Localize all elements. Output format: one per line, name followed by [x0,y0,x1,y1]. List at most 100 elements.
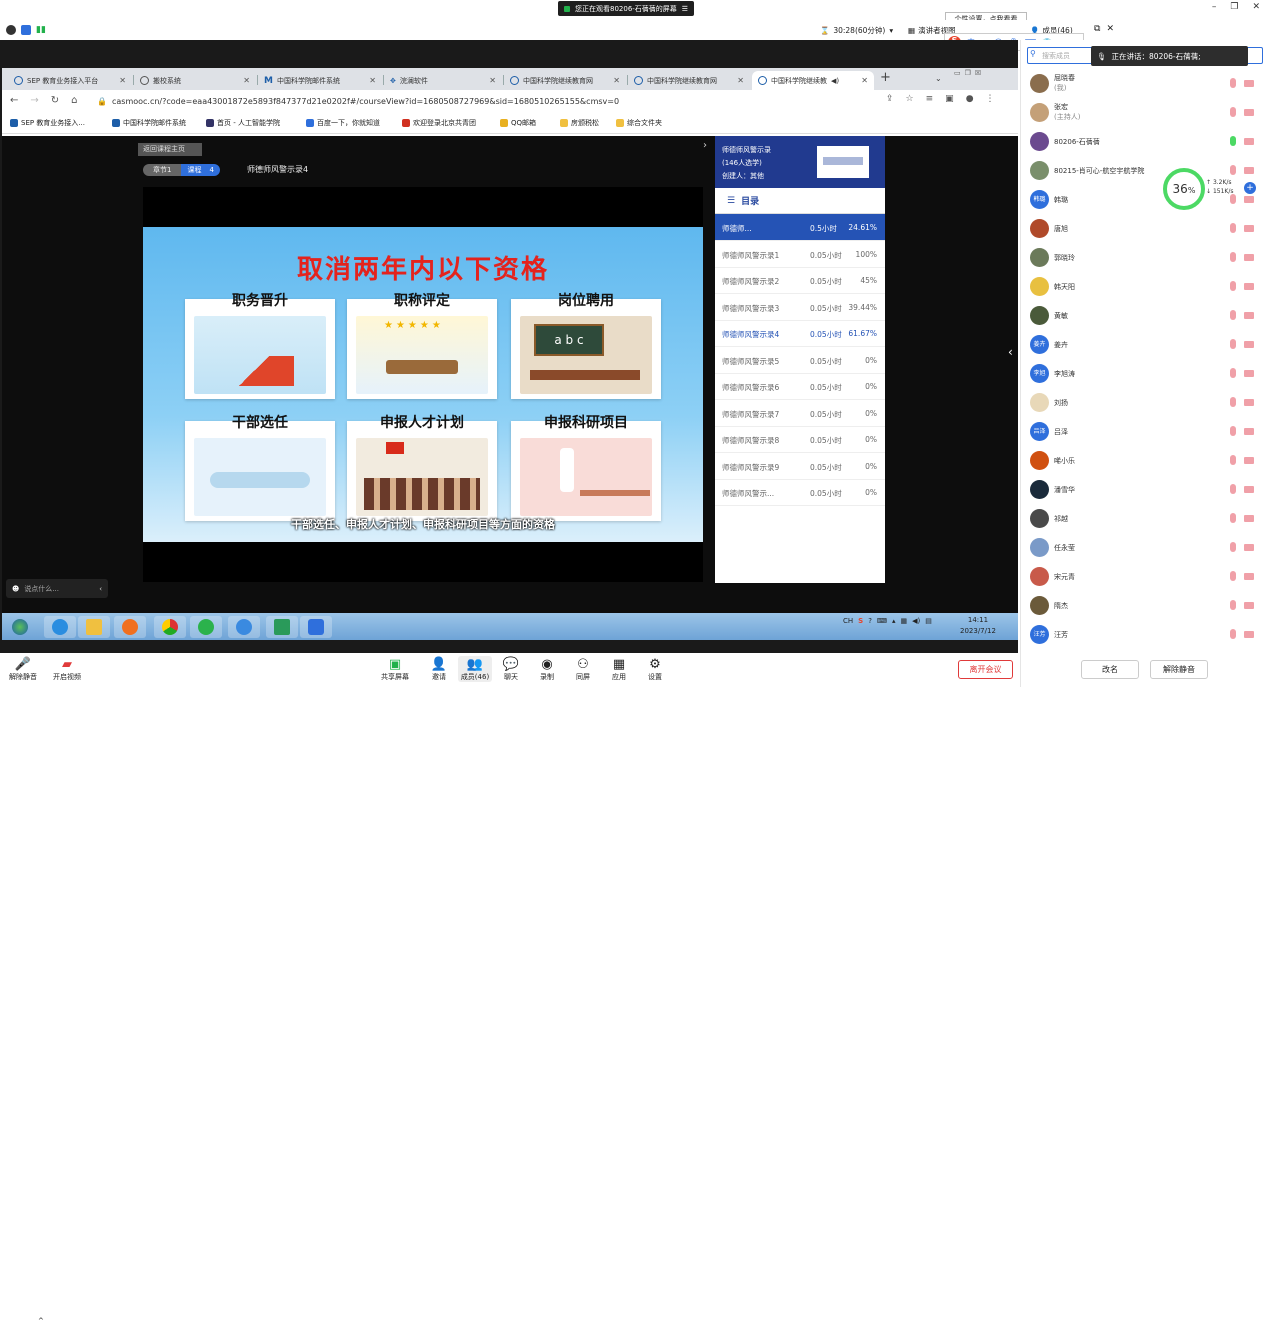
member-row[interactable]: 李旭 李旭涛 [1030,361,1262,390]
back-icon[interactable]: ← [10,95,18,106]
close-icon[interactable]: ✕ [861,76,868,85]
camera-icon[interactable] [1244,138,1254,145]
catalog-item[interactable]: 师德师风警示录9 0.05小时 0% [715,453,885,480]
bookmark-item[interactable]: 百度一下，你就知道 [306,118,380,128]
invite-button[interactable]: 👤 邀请 [422,656,456,682]
catalog-item[interactable]: 师德师... 0.5小时 24.61% [715,214,885,241]
mic-icon[interactable] [1230,484,1236,494]
chat-button[interactable]: 💬 聊天 [494,656,528,682]
mic-icon[interactable] [1230,513,1236,523]
restore-icon[interactable]: ❐ [1230,2,1238,12]
mic-icon[interactable] [1230,310,1236,320]
camera-icon[interactable] [1244,602,1254,609]
tab-software[interactable]: ✥ 浣澜软件 ✕ [384,71,502,90]
apps-button[interactable]: ▦ 应用 [602,656,636,682]
unmute-button[interactable]: 🎤 解除静音 [6,656,40,682]
settings-button[interactable]: ⚙ 设置 [638,656,672,682]
profile-icon[interactable]: ● [966,94,974,104]
tab-cas-edu-1[interactable]: 中国科学院继续教育网 ✕ [504,71,626,90]
keyboard-icon[interactable]: ⌨ [877,617,887,625]
popout-icon[interactable]: ⧉ [1094,24,1100,34]
camera-icon[interactable] [1244,283,1254,290]
show-hidden-icon[interactable]: ▴ [892,617,896,625]
home-icon[interactable]: ⌂ [71,95,77,106]
member-row[interactable]: 宋元青 [1030,564,1262,593]
member-row[interactable]: 刘扬 [1030,390,1262,419]
camera-icon[interactable] [1244,312,1254,319]
member-row[interactable]: 屈晓春 (我) [1030,71,1262,100]
bookmark-item[interactable]: 欢迎登录北京共青团 [402,118,476,128]
start-video-button[interactable]: ▰ 开启视频 [50,656,84,682]
camera-icon[interactable] [1244,225,1254,232]
camera-icon[interactable] [1244,370,1254,377]
camera-icon[interactable] [1244,399,1254,406]
close-icon[interactable]: ☒ [975,69,981,77]
mic-icon[interactable] [1230,78,1236,88]
record-button[interactable]: ◉ 录制 [530,656,564,682]
catalog-item[interactable]: 师德师风警示录5 0.05小时 0% [715,347,885,374]
browser-app-icon[interactable] [228,616,260,638]
share-icon[interactable]: ⇪ [886,94,894,104]
bookmark-folder[interactable]: 房颁税松 [560,118,599,128]
members-button[interactable]: 👥 成员(46) [458,656,492,682]
camera-icon[interactable] [1244,196,1254,203]
catalog-item[interactable]: 师德师风警示录1 0.05小时 100% [715,241,885,268]
shield-icon[interactable] [21,25,31,35]
mic-icon[interactable] [1230,136,1236,146]
add-icon[interactable]: + [1244,182,1256,194]
back-to-course-home[interactable]: 返回课程主页 [138,143,202,156]
sogou-icon[interactable]: S [858,617,863,625]
expand-icon[interactable]: › [703,140,715,160]
bookmark-folder[interactable]: 综合文件夹 [616,118,662,128]
camera-icon[interactable] [1244,254,1254,261]
info-icon[interactable] [6,25,16,35]
catalog-item[interactable]: 师德师风警示录8 0.05小时 0% [715,426,885,453]
camera-icon[interactable] [1244,341,1254,348]
camera-icon[interactable] [1244,544,1254,551]
catalog-item[interactable]: 师德师风警示录2 0.05小时 45% [715,267,885,294]
tab-cas-edu-active[interactable]: 中国科学院继续教 ◀) ✕ [752,71,874,90]
catalog-item[interactable]: 师德师风警示... 0.05小时 0% [715,479,885,506]
mic-icon[interactable] [1230,339,1236,349]
signal-icon[interactable]: ▮▮ [36,25,46,35]
bookmark-item[interactable]: 中国科学院邮件系统 [112,118,186,128]
unmute-all-button[interactable]: 解除静音 [1150,660,1208,679]
catalog-item[interactable]: 师德师风警示录3 0.05小时 39.44% [715,294,885,321]
mic-icon[interactable] [1230,426,1236,436]
sidebar-icon[interactable]: ▣ [945,94,954,104]
member-row[interactable]: 潘雪华 [1030,477,1262,506]
share-screen-button[interactable]: ▣ 共享屏幕 [378,656,412,682]
member-row[interactable]: 韩天阳 [1030,274,1262,303]
member-row[interactable]: 姜卉 姜卉 [1030,332,1262,361]
catalog-item[interactable]: 师德师风警示录4 0.05小时 61.67% [715,320,885,347]
network-quality-gauge[interactable]: 36% [1163,168,1205,210]
camera-icon[interactable] [1244,631,1254,638]
reading-list-icon[interactable]: ≡ [926,94,934,104]
member-row[interactable]: 80206-石蒨蒨 [1030,129,1262,158]
mic-icon[interactable] [1230,368,1236,378]
catalog-item[interactable]: 师德师风警示录6 0.05小时 0% [715,373,885,400]
close-icon[interactable]: ✕ [613,76,620,85]
taskbar-clock[interactable]: 14:11 2023/7/12 [960,615,996,637]
tab-school-system[interactable]: 搬校系统 ✕ [134,71,256,90]
mic-icon[interactable] [1230,281,1236,291]
camera-icon[interactable] [1244,167,1254,174]
camera-icon[interactable] [1244,457,1254,464]
input-icon[interactable]: ▤ [925,617,932,625]
address-bar[interactable]: 🔒 casmooc.cn/?code=eaa43001872e5893f84737… [97,93,877,109]
screen-share-notice[interactable]: 您正在观看80206-石蒨蒨的屏幕 ☰ [558,1,695,16]
restore-icon[interactable]: ❐ [965,69,971,77]
collapse-icon[interactable]: ‹ [99,585,102,593]
camera-icon[interactable] [1244,109,1254,116]
chrome-icon[interactable] [154,616,186,638]
same-screen-button[interactable]: ⚇ 同屏 [566,656,600,682]
mic-icon[interactable] [1230,571,1236,581]
tab-sep[interactable]: SEP 教育业务接入平台 ✕ [8,71,132,90]
chapter-selector[interactable]: 章节1 课程 4 [143,164,220,176]
member-row[interactable]: 隋杰 [1030,593,1262,622]
member-row[interactable]: 祁越 [1030,506,1262,535]
mic-icon[interactable] [1230,600,1236,610]
explorer-icon[interactable] [78,616,110,638]
star-icon[interactable]: ☆ [906,94,914,104]
forward-icon[interactable]: → [30,95,38,106]
